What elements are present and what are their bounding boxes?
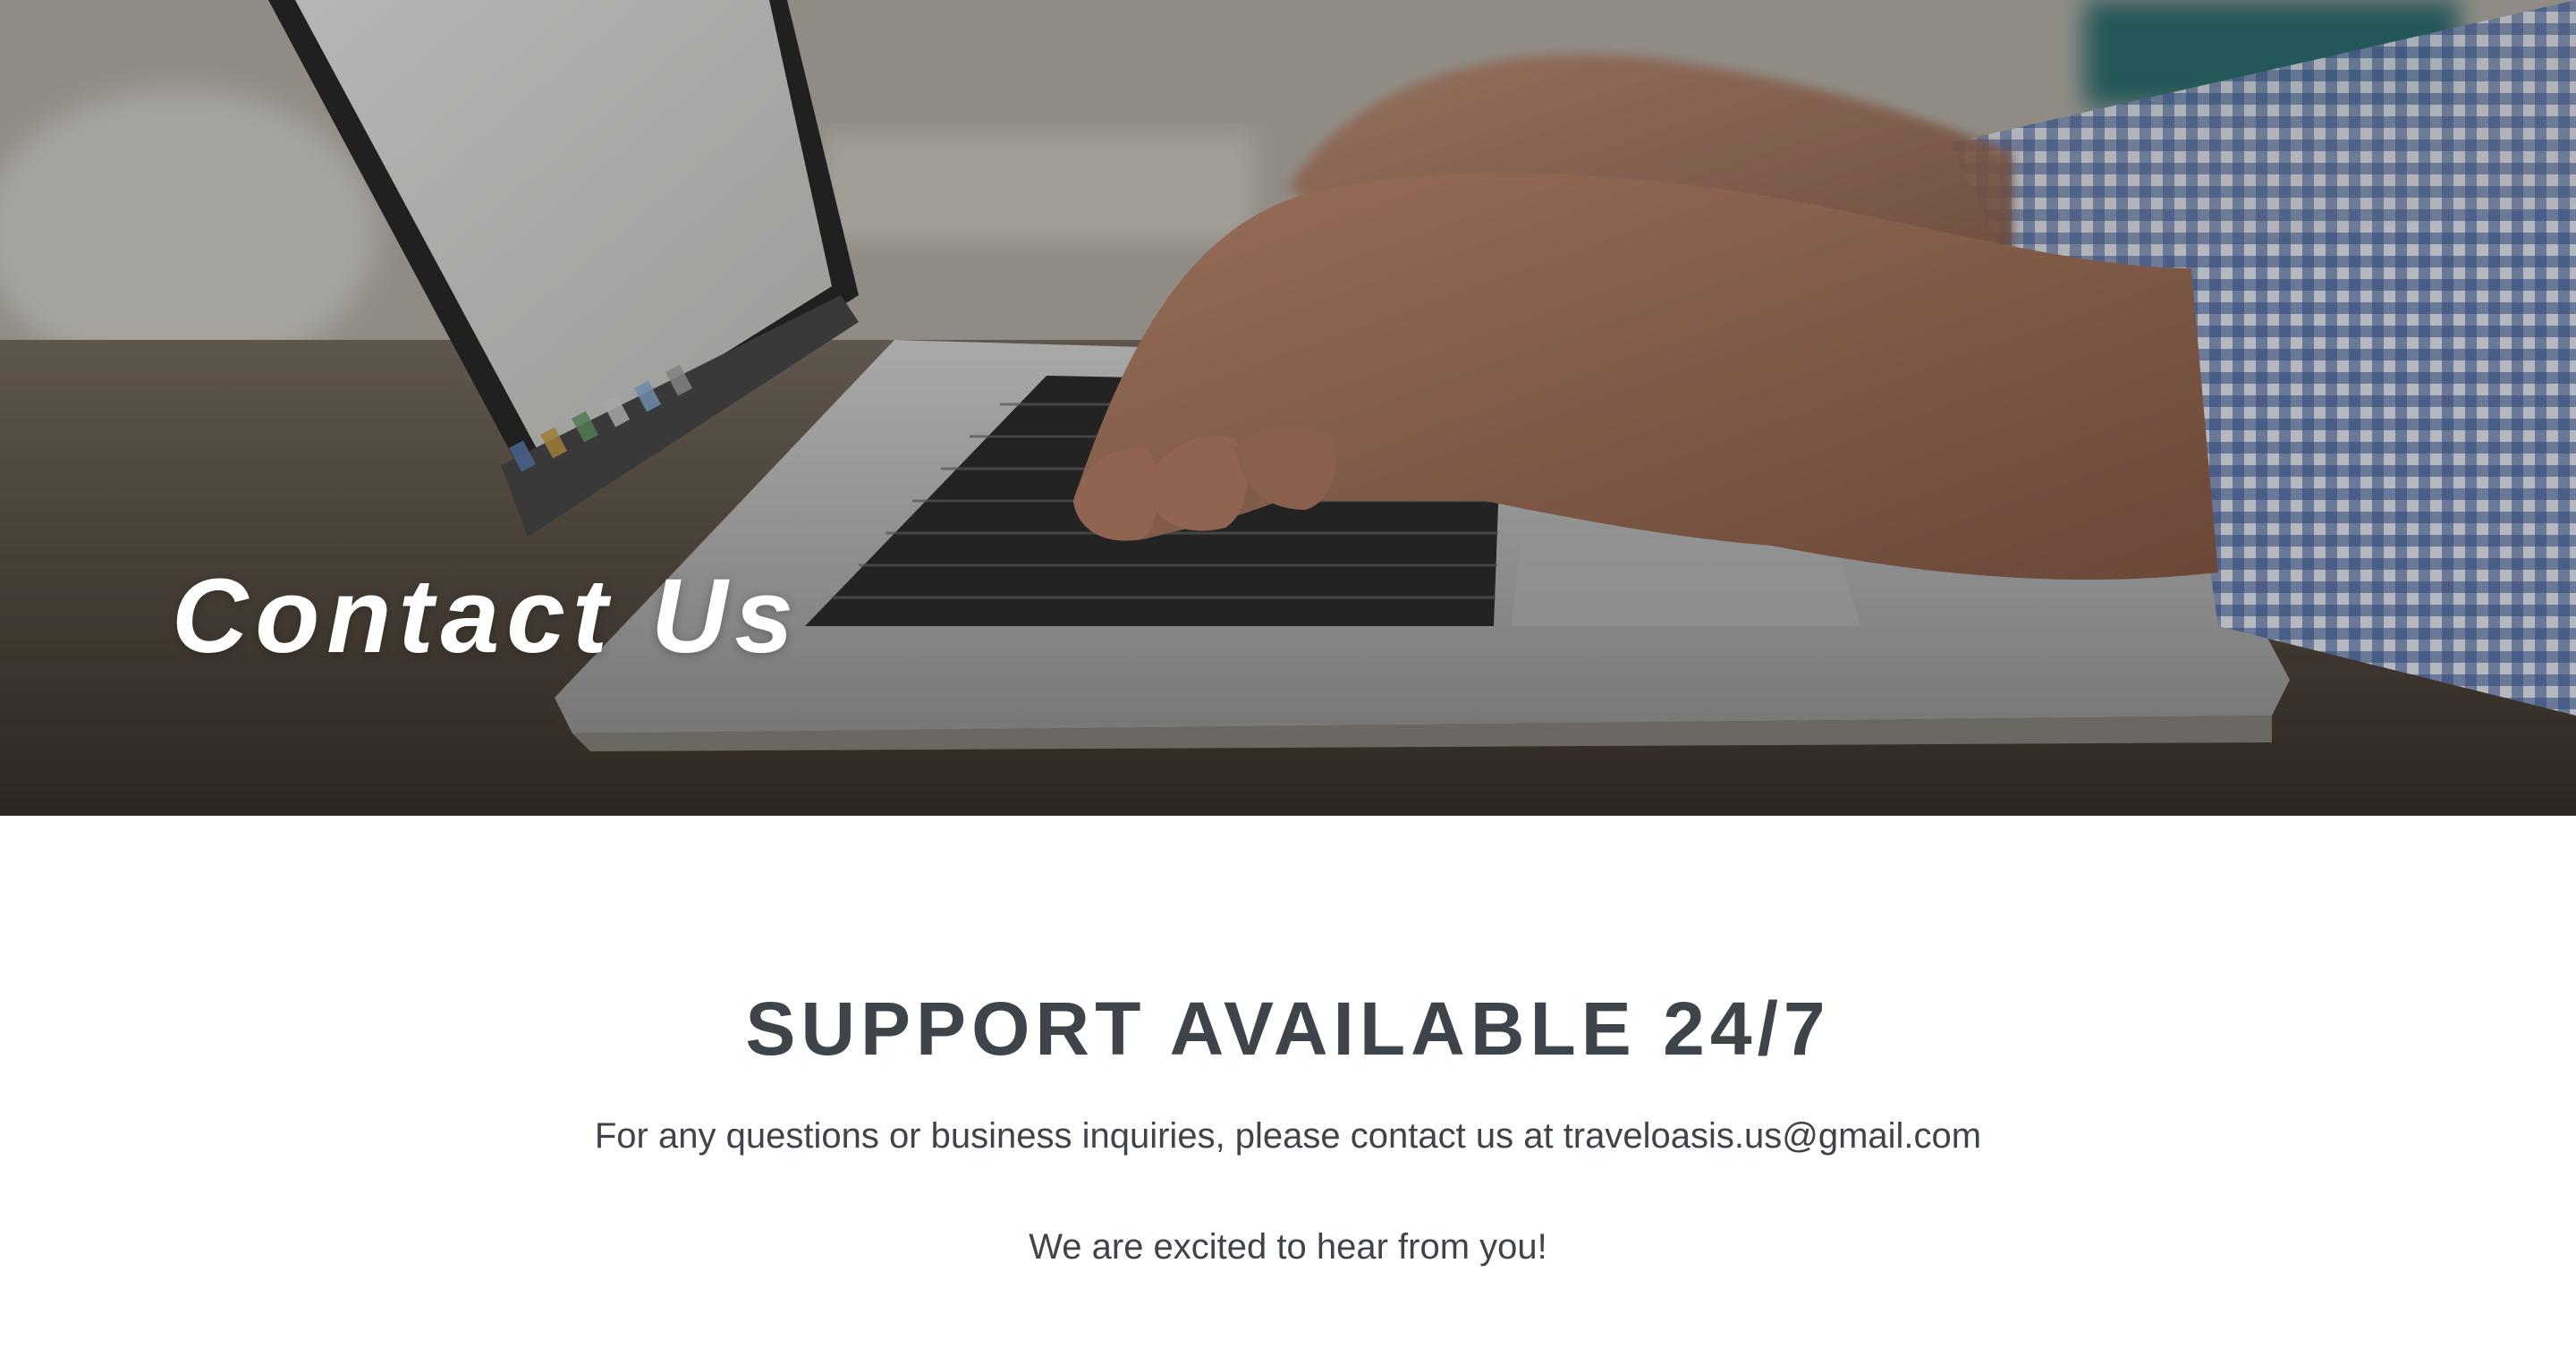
contact-email-link[interactable]: traveloasis.us@gmail.com [1563,1116,1981,1156]
closing-paragraph: We are excited to hear from you! [1029,1227,1547,1267]
inquiry-paragraph: For any questions or business inquiries,… [0,1114,2576,1157]
page-title: Contact Us [172,557,801,675]
support-heading: SUPPORT AVAILABLE 24/7 [745,987,1831,1071]
hero-banner: Contact Us [0,0,2576,816]
inquiry-text: For any questions or business inquiries,… [594,1116,1563,1156]
hero-dark-overlay [0,0,2576,816]
support-section: SUPPORT AVAILABLE 24/7 For any questions… [0,816,2576,1356]
